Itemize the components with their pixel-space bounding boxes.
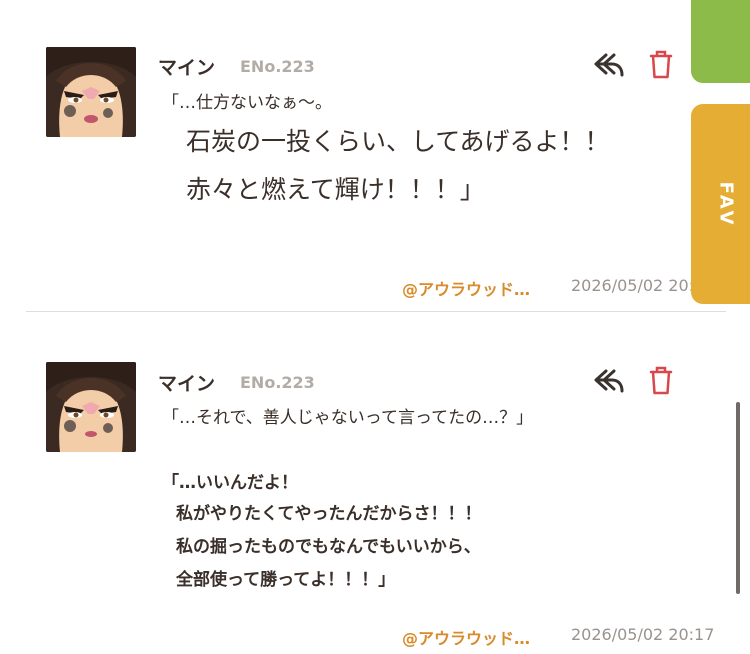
entry-number: ENo.223	[240, 373, 315, 392]
delete-button[interactable]	[644, 363, 678, 397]
fav-tab-label: FAV	[715, 181, 737, 227]
avatar[interactable]	[46, 362, 136, 452]
reply-button[interactable]	[592, 363, 626, 397]
message-line: 私がやりたくてやったんだからさ！！！	[176, 504, 482, 524]
message-line: 全部使って勝ってよ！！！」	[176, 570, 396, 590]
message-line: 「…それで、善人じゃないって言ってたの…？」	[162, 408, 534, 428]
message-line: 「…いいんだよ！	[162, 473, 298, 493]
message-line: 私の掘ったものでもなんでもいいから、	[176, 537, 481, 557]
author-name: マイン	[158, 373, 216, 395]
trash-icon	[649, 366, 673, 395]
message-post: マイン ENo.223 「…それで、善人じゃないって言ってたの…？」 「…いいん…	[0, 0, 750, 648]
reply-target-link[interactable]: @アウラウッド…	[402, 625, 530, 649]
fav-tab[interactable]: FAV	[691, 104, 750, 304]
scrollbar[interactable]	[736, 402, 740, 594]
reply-icon	[594, 369, 624, 393]
timestamp: 2026/05/02 20:17	[571, 625, 715, 644]
side-tab-top[interactable]: G	[691, 0, 750, 83]
side-tab-top-label: G	[707, 0, 728, 1]
